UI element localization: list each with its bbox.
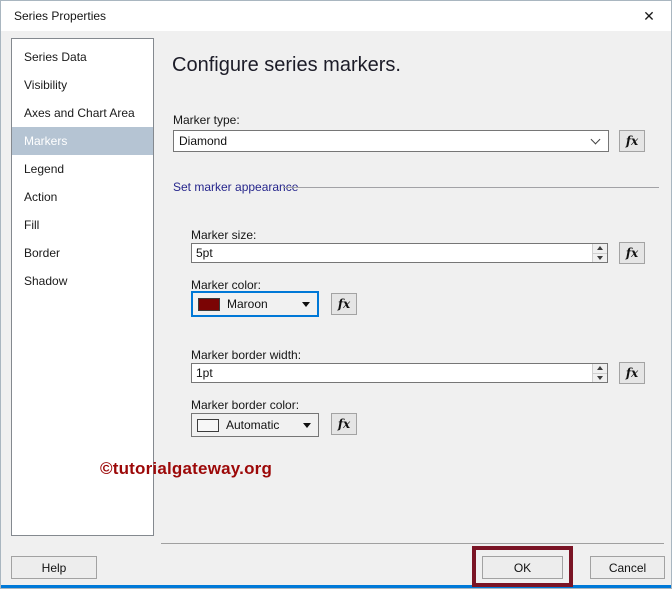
- marker-type-label: Marker type:: [173, 113, 240, 127]
- footer-divider: [161, 543, 664, 544]
- marker-border-width-input[interactable]: [192, 364, 590, 382]
- dropdown-arrow-icon: [303, 422, 311, 428]
- close-icon: ✕: [643, 7, 655, 24]
- sidebar-item-action[interactable]: Action: [12, 183, 153, 211]
- marker-border-width-field: [191, 363, 608, 383]
- watermark: ©tutorialgateway.org: [100, 459, 273, 478]
- spinner-down-icon: [597, 255, 603, 260]
- sidebar-item-axes-and-chart-area[interactable]: Axes and Chart Area: [12, 99, 153, 127]
- appearance-section-label: Set marker appearance: [173, 180, 299, 194]
- marker-color-fx-button[interactable]: fx: [331, 293, 357, 315]
- sidebar-item-shadow[interactable]: Shadow: [12, 267, 153, 295]
- spinner-down-button[interactable]: [593, 254, 607, 263]
- dropdown-arrow-icon: [302, 301, 310, 307]
- bottom-accent-bar: [1, 585, 671, 588]
- chevron-down-icon: [590, 134, 601, 144]
- close-button[interactable]: ✕: [635, 4, 663, 28]
- page-title: Configure series markers.: [172, 54, 401, 76]
- marker-border-color-select[interactable]: Automatic: [191, 413, 319, 437]
- fx-icon: fx: [625, 134, 639, 148]
- marker-size-input[interactable]: [192, 244, 590, 262]
- marker-border-color-fx-button[interactable]: fx: [331, 413, 357, 435]
- spinner-up-icon: [597, 246, 603, 251]
- sidebar-item-markers[interactable]: Markers: [12, 127, 153, 155]
- fx-icon: fx: [625, 366, 639, 380]
- spinner-up-button[interactable]: [593, 244, 607, 254]
- marker-border-width-label: Marker border width:: [191, 348, 302, 362]
- marker-size-label: Marker size:: [191, 228, 257, 242]
- marker-border-width-stepper: [592, 364, 607, 382]
- marker-color-select[interactable]: Maroon: [191, 291, 319, 317]
- series-properties-dialog: Series Properties ✕ Series Data Visibili…: [0, 0, 672, 589]
- dialog-title: Series Properties: [14, 9, 107, 23]
- sidebar-item-visibility[interactable]: Visibility: [12, 71, 153, 99]
- titlebar: Series Properties ✕: [1, 1, 671, 31]
- help-button[interactable]: Help: [11, 556, 97, 579]
- marker-color-swatch: [198, 297, 220, 311]
- marker-border-color-value: Automatic: [226, 418, 280, 432]
- fx-icon: fx: [337, 297, 351, 311]
- fx-icon: fx: [337, 417, 351, 431]
- marker-border-color-label: Marker border color:: [191, 398, 300, 412]
- sidebar-item-series-data[interactable]: Series Data: [12, 43, 153, 71]
- spinner-up-icon: [597, 366, 603, 371]
- marker-border-color-swatch: [197, 418, 219, 432]
- marker-size-fx-button[interactable]: fx: [619, 242, 645, 264]
- marker-type-fx-button[interactable]: fx: [619, 130, 645, 152]
- marker-size-stepper: [592, 244, 607, 262]
- fx-icon: fx: [625, 246, 639, 260]
- spinner-down-icon: [597, 375, 603, 380]
- marker-type-value: Diamond: [179, 134, 228, 148]
- cancel-button[interactable]: Cancel: [590, 556, 665, 579]
- marker-color-label: Marker color:: [191, 278, 262, 292]
- spinner-up-button[interactable]: [593, 364, 607, 374]
- marker-type-select[interactable]: Diamond: [173, 130, 609, 152]
- section-divider: [283, 187, 659, 188]
- marker-size-field: [191, 243, 608, 263]
- spinner-down-button[interactable]: [593, 374, 607, 383]
- ok-button[interactable]: OK: [482, 556, 563, 579]
- sidebar-item-border[interactable]: Border: [12, 239, 153, 267]
- marker-border-width-fx-button[interactable]: fx: [619, 362, 645, 384]
- marker-color-value: Maroon: [227, 297, 268, 311]
- sidebar-item-legend[interactable]: Legend: [12, 155, 153, 183]
- sidebar-item-fill[interactable]: Fill: [12, 211, 153, 239]
